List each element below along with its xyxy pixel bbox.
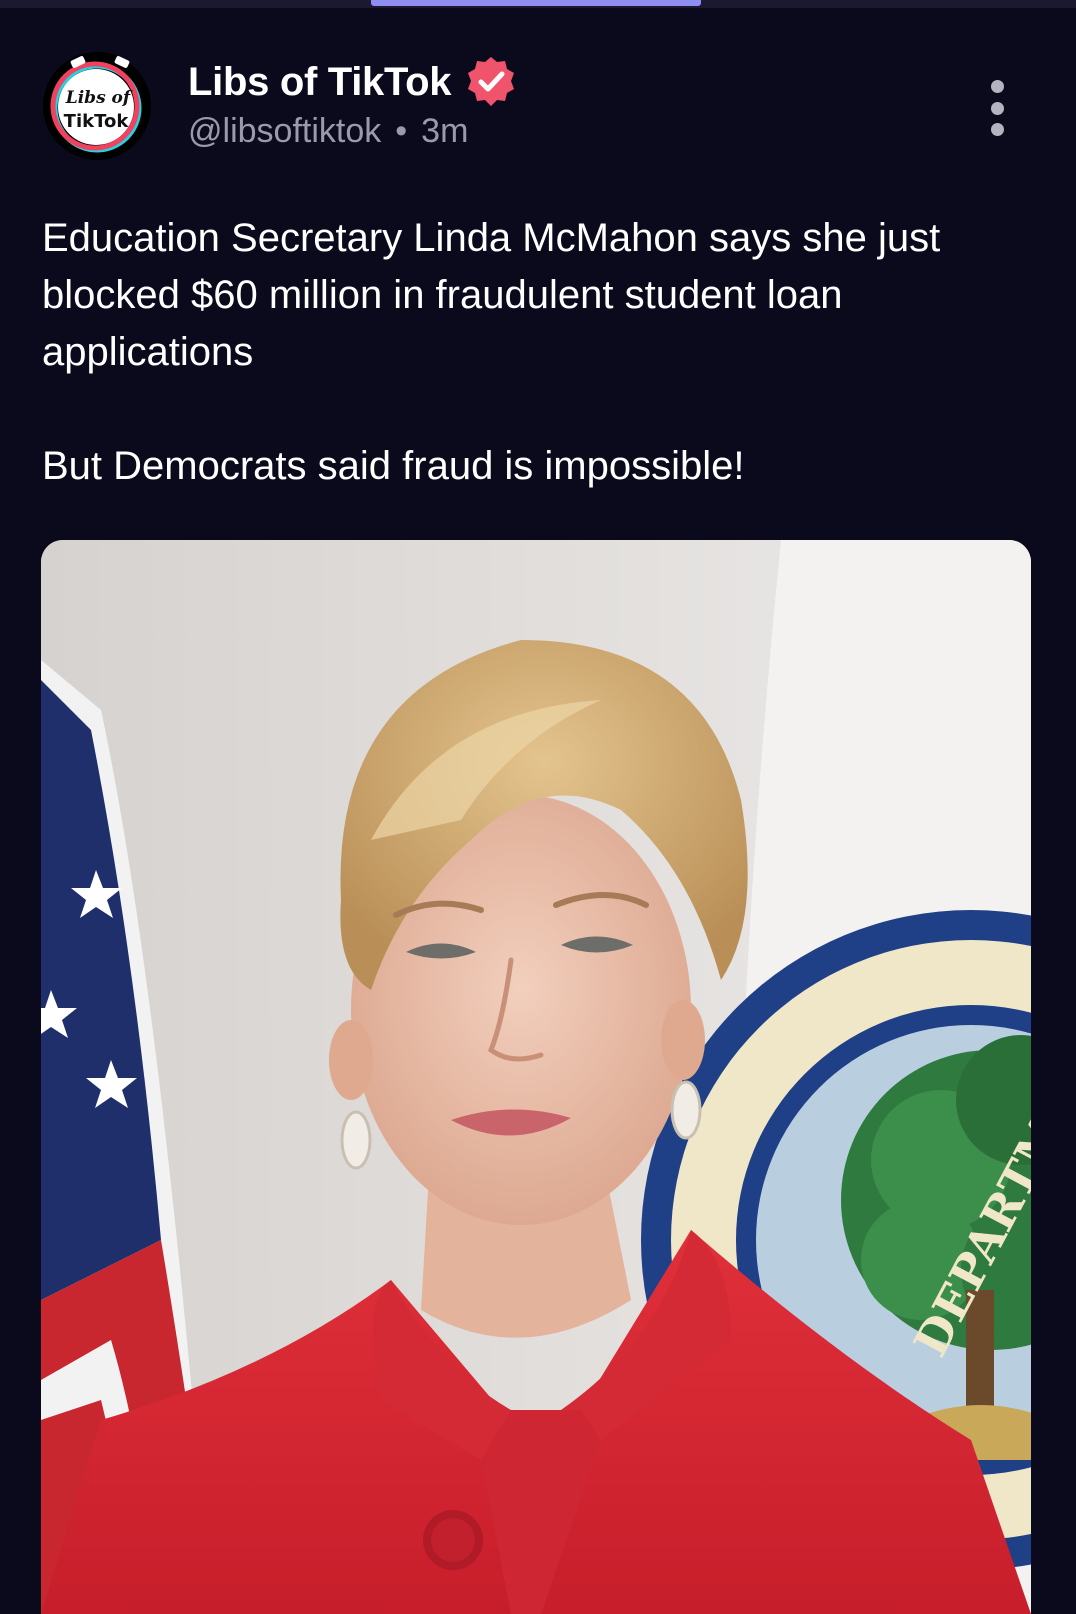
avatar-logo: Libs of TikTok <box>45 54 149 158</box>
portrait-illustration: DEPARTMENT <box>41 540 1031 1614</box>
svg-text:Libs of: Libs of <box>65 88 133 108</box>
more-vertical-icon[interactable] <box>980 80 1014 136</box>
more-dot <box>990 101 1004 115</box>
meta-separator: • <box>395 112 408 150</box>
post-timestamp: 3m <box>421 112 469 150</box>
post-meta: @libsoftiktok • 3m <box>188 112 468 151</box>
svg-text:TikTok: TikTok <box>64 111 130 132</box>
post-image[interactable]: DEPARTMENT <box>41 540 1031 1614</box>
more-dot <box>990 123 1004 136</box>
author-handle[interactable]: @libsoftiktok <box>188 112 381 151</box>
post-body: Education Secretary Linda McMahon says s… <box>42 210 1042 495</box>
author-avatar[interactable]: Libs of TikTok <box>43 52 151 160</box>
more-dot <box>990 80 1004 93</box>
author-name-row[interactable]: Libs of TikTok <box>188 54 519 110</box>
post-paragraph-2: But Democrats said fraud is impossible! <box>42 444 745 488</box>
tab-indicator <box>371 0 701 6</box>
verified-badge-icon <box>463 54 519 110</box>
post-view: Libs of TikTok Libs of TikTok @libsoftik… <box>0 0 1076 1614</box>
post-paragraph-1: Education Secretary Linda McMahon says s… <box>42 216 941 374</box>
author-display-name[interactable]: Libs of TikTok <box>188 60 452 105</box>
